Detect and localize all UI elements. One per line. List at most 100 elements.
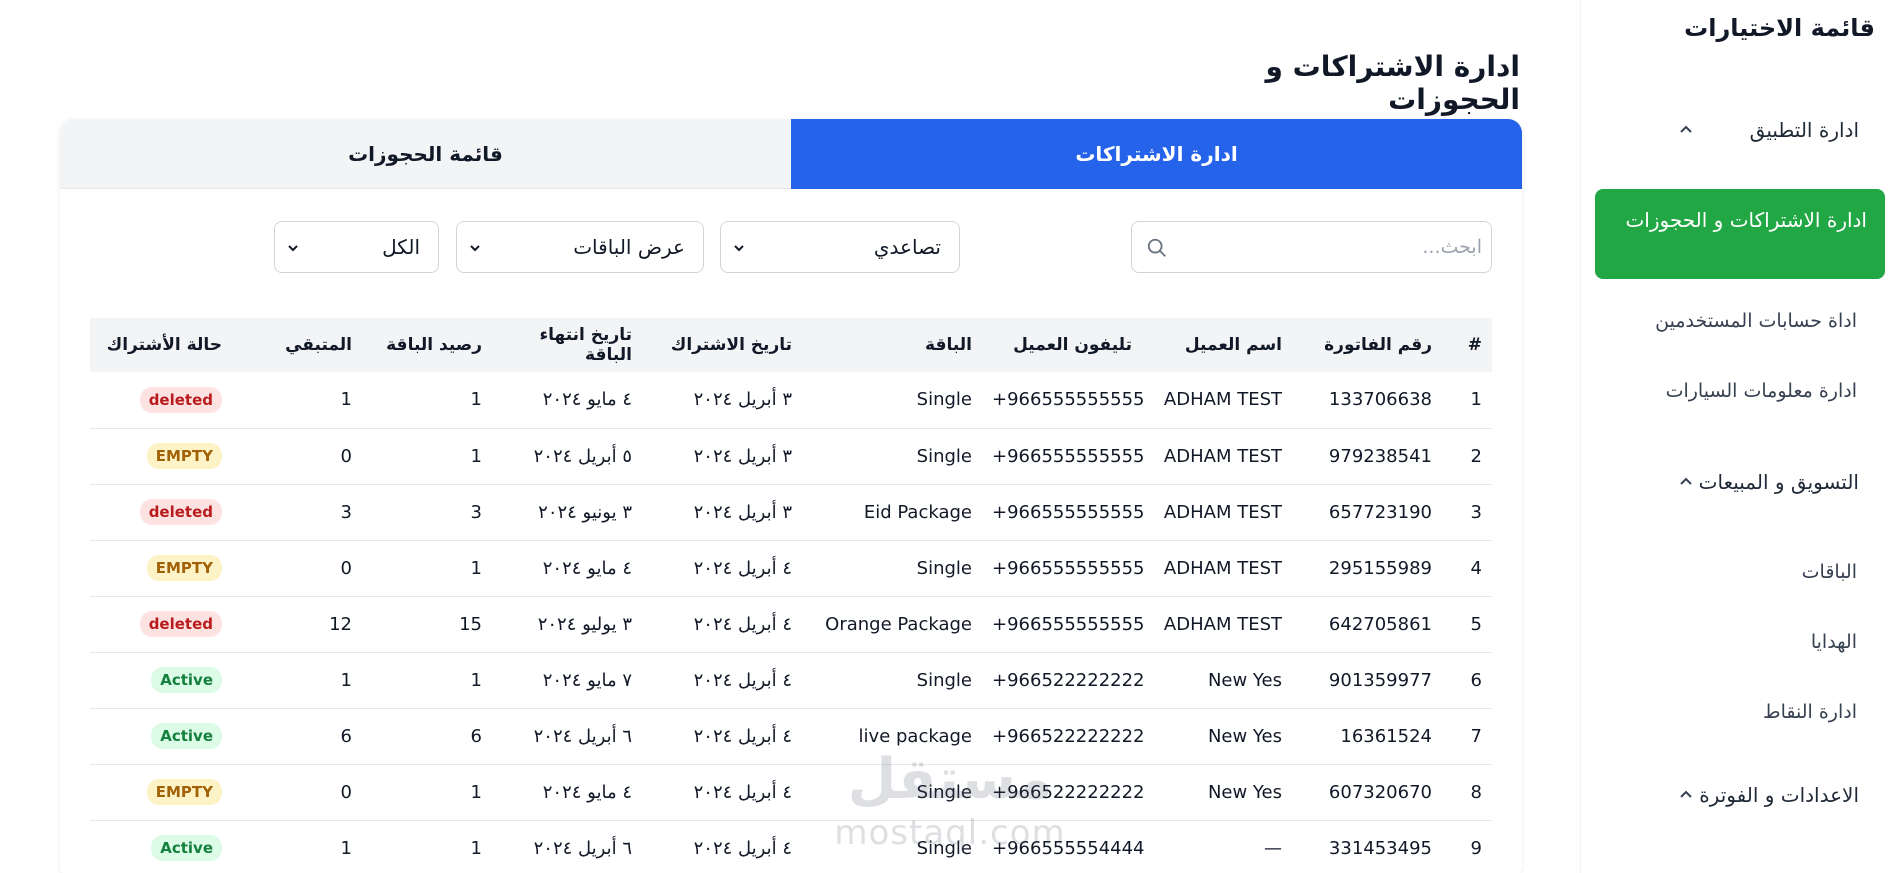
col-header-end-date: تاريخ انتهاء الباقة bbox=[539, 325, 632, 365]
col-header-status: حالة الأشتراك bbox=[106, 335, 222, 355]
cell-start-date: ٤ أبريل ٢٠٢٤ bbox=[642, 596, 802, 653]
table-row[interactable]: 9 331453495— +966555554444 Single ٤ أبريل ٢٠… bbox=[90, 820, 1492, 873]
cell-package-balance: 1 bbox=[362, 652, 492, 709]
cell-start-date: ٣ أبريل ٢٠٢٤ bbox=[642, 428, 802, 485]
cell-end-date: ٤ مايو ٢٠٢٤ bbox=[492, 764, 642, 821]
packages-filter-select[interactable]: عرض الباقات bbox=[456, 221, 704, 273]
cell-package-balance: 6 bbox=[362, 708, 492, 765]
cell-customer-name: — bbox=[1142, 820, 1292, 873]
sidebar-item-points[interactable]: ادارة النقاط bbox=[1763, 701, 1857, 723]
tab-bookings-list[interactable]: قائمة الحجوزات bbox=[60, 119, 791, 189]
sidebar-section-app-management[interactable]: ادارة التطبيق bbox=[1580, 110, 1897, 150]
cell-customer-phone: +966555555555 bbox=[982, 540, 1145, 597]
col-header-number: # bbox=[1467, 335, 1482, 355]
table-row[interactable]: 4 295155989 ADHAM TEST +966555555555 Single ٤… bbox=[90, 540, 1492, 597]
sidebar-section-settings-billing[interactable]: الاعدادات و الفوترة bbox=[1580, 775, 1897, 815]
cell-customer-phone: +966522222222 bbox=[982, 764, 1145, 821]
col-header-customer-phone: تليفون العميل bbox=[1013, 335, 1132, 355]
sidebar-section-marketing-sales[interactable]: التسويق و المبيعات bbox=[1580, 462, 1897, 502]
sidebar-item-car-info[interactable]: ادارة معلومات السيارات bbox=[1666, 380, 1857, 402]
subscriptions-card: قائمة الحجوزات ادارة الاشتراكات الكل عرض… bbox=[60, 119, 1522, 873]
sidebar-item-subscriptions-bookings[interactable]: ادارة الاشتراكات و الحجوزات bbox=[1595, 189, 1885, 279]
cell-package-name: Eid Package bbox=[802, 484, 982, 541]
cell-customer-phone: +966555554444 bbox=[982, 820, 1145, 873]
col-header-balance: رصيد الباقة bbox=[386, 335, 482, 355]
cell-customer-phone: +966555555555 bbox=[982, 484, 1145, 541]
chevron-up-icon bbox=[1680, 125, 1692, 133]
cell-customer-name: ADHAM TEST bbox=[1142, 596, 1292, 653]
cell-status: EMPTY bbox=[90, 540, 232, 597]
cell-invoice-number: 979238541 bbox=[1292, 428, 1442, 485]
sidebar-item-user-accounts[interactable]: اداة حسابات المستخدمين bbox=[1655, 310, 1857, 332]
table-row[interactable]: 7 16361524 New Yes +966522222222 live packag… bbox=[90, 708, 1492, 765]
table-row[interactable]: 5 642705861 ADHAM TEST +966555555555 Orange … bbox=[90, 596, 1492, 653]
cell-remaining-balance: 0 bbox=[232, 540, 362, 597]
tab-subscriptions-management[interactable]: ادارة الاشتراكات bbox=[791, 119, 1522, 189]
cell-row-number: 8 bbox=[1442, 764, 1492, 821]
sidebar-item-gifts[interactable]: الهدايا bbox=[1811, 631, 1857, 653]
cell-package-name: Single bbox=[802, 652, 982, 709]
sort-order-select[interactable]: تصاعدي bbox=[720, 221, 960, 273]
cell-end-date: ٣ يوليو ٢٠٢٤ bbox=[492, 596, 642, 653]
cell-invoice-number: 331453495 bbox=[1292, 820, 1442, 873]
cell-package-balance: 1 bbox=[362, 820, 492, 873]
table-row[interactable]: 2 979238541 ADHAM TEST +966555555555 Single ٣… bbox=[90, 428, 1492, 485]
cell-package-name: Orange Package bbox=[802, 596, 982, 653]
cell-customer-phone: +966555555555 bbox=[982, 596, 1145, 653]
cell-status: deleted bbox=[90, 596, 232, 653]
cell-end-date: ٥ أبريل ٢٠٢٤ bbox=[492, 428, 642, 485]
chevron-up-icon bbox=[1680, 477, 1692, 485]
sidebar: قائمة الاختيارات ادارة التطبيق ادارة الا… bbox=[1580, 0, 1897, 873]
sidebar-section-label: التسويق و المبيعات bbox=[1698, 470, 1859, 494]
chevron-up-icon bbox=[1680, 790, 1692, 798]
cell-customer-phone: +966522222222 bbox=[982, 708, 1145, 765]
table-row[interactable]: 1 133706638 ADHAM TEST +966555555555 Single ٣… bbox=[90, 372, 1492, 429]
cell-status: Active bbox=[90, 652, 232, 709]
chevron-down-icon bbox=[470, 245, 480, 252]
sidebar-section-label: ادارة التطبيق bbox=[1749, 118, 1859, 142]
cell-invoice-number: 657723190 bbox=[1292, 484, 1442, 541]
cell-status: Active bbox=[90, 708, 232, 765]
cell-invoice-number: 901359977 bbox=[1292, 652, 1442, 709]
status-badge: Active bbox=[151, 835, 222, 861]
chevron-down-icon bbox=[734, 245, 744, 252]
search-input[interactable] bbox=[1172, 222, 1482, 272]
status-badge: deleted bbox=[139, 611, 222, 637]
cell-package-name: Single bbox=[802, 372, 982, 429]
cell-row-number: 7 bbox=[1442, 708, 1492, 765]
cell-package-name: Single bbox=[802, 820, 982, 873]
col-header-start-date: تاريخ الاشتراك bbox=[670, 335, 792, 355]
cell-customer-name: New Yes bbox=[1142, 708, 1292, 765]
cell-remaining-balance: 12 bbox=[232, 596, 362, 653]
table-header-row: # رقم الفاتورة اسم العميل تليفون العميل … bbox=[90, 318, 1492, 372]
sort-order-value: تصاعدي bbox=[873, 235, 941, 259]
cell-status: EMPTY bbox=[90, 428, 232, 485]
cell-row-number: 4 bbox=[1442, 540, 1492, 597]
table-row[interactable]: 3 657723190 ADHAM TEST +966555555555 Eid Pac… bbox=[90, 484, 1492, 541]
cell-invoice-number: 607320670 bbox=[1292, 764, 1442, 821]
cell-remaining-balance: 1 bbox=[232, 820, 362, 873]
cell-remaining-balance: 0 bbox=[232, 428, 362, 485]
status-badge: Active bbox=[151, 667, 222, 693]
cell-customer-name: New Yes bbox=[1142, 764, 1292, 821]
cell-start-date: ٤ أبريل ٢٠٢٤ bbox=[642, 764, 802, 821]
status-badge: EMPTY bbox=[146, 443, 222, 469]
cell-invoice-number: 16361524 bbox=[1292, 708, 1442, 765]
cell-end-date: ٦ أبريل ٢٠٢٤ bbox=[492, 820, 642, 873]
cell-remaining-balance: 0 bbox=[232, 764, 362, 821]
tab-bar: قائمة الحجوزات ادارة الاشتراكات bbox=[60, 119, 1522, 189]
cell-package-balance: 1 bbox=[362, 372, 492, 429]
table-row[interactable]: 6 901359977 New Yes +966522222222 Single ٤ أب… bbox=[90, 652, 1492, 709]
sidebar-item-packages[interactable]: الباقات bbox=[1802, 561, 1857, 583]
table-row[interactable]: 8 607320670 New Yes +966522222222 Single ٤ أب… bbox=[90, 764, 1492, 821]
cell-package-balance: 15 bbox=[362, 596, 492, 653]
cell-customer-phone: +966522222222 bbox=[982, 652, 1145, 709]
status-filter-select[interactable]: الكل bbox=[274, 221, 439, 273]
col-header-remaining: المتبقي bbox=[285, 335, 352, 355]
cell-row-number: 2 bbox=[1442, 428, 1492, 485]
col-header-invoice: رقم الفاتورة bbox=[1324, 335, 1432, 355]
cell-row-number: 3 bbox=[1442, 484, 1492, 541]
cell-status: deleted bbox=[90, 372, 232, 429]
cell-start-date: ٤ أبريل ٢٠٢٤ bbox=[642, 708, 802, 765]
cell-status: deleted bbox=[90, 484, 232, 541]
